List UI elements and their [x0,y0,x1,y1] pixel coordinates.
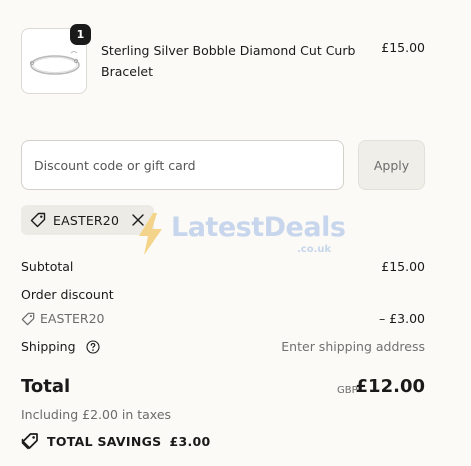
shipping-row: Shipping Enter shipping address [21,339,425,354]
watermark-subtext: .co.uk [297,244,332,255]
tag-icon [30,212,46,228]
shipping-value: Enter shipping address [281,339,425,354]
tag-icon [21,312,35,325]
bracelet-image [29,51,80,75]
subtotal-value: £15.00 [381,259,425,274]
remove-discount-icon[interactable] [130,212,146,228]
line-item: 1 Sterling Silver Bobble Diamond Cut Cur… [21,24,425,96]
discount-value: – £3.00 [378,311,425,326]
discount-code: EASTER20 [21,311,425,326]
discount-code-text: EASTER20 [40,311,105,326]
discount-code-row: EASTER20 – £3.00 [21,311,425,326]
product-name: Sterling Silver Bobble Diamond Cut Curb … [101,43,356,79]
total-savings: TOTAL SAVINGS £3.00 [21,432,211,450]
help-icon[interactable] [85,340,100,354]
shipping-label: Shipping [21,339,76,354]
savings-tag-icon [21,433,38,450]
currency-code: GBP [337,385,358,396]
apply-button[interactable]: Apply [358,140,425,190]
subtotal-label: Subtotal [21,259,74,274]
order-discount-row: Order discount [21,287,425,302]
subtotal-row: Subtotal £15.00 [21,259,425,274]
total-label: Total [21,376,71,397]
product-price: £15.00 [381,40,425,55]
taxes-note: Including £2.00 in taxes [21,407,172,422]
order-summary: 1 Sterling Silver Bobble Diamond Cut Cur… [0,0,471,466]
order-discount-label: Order discount [21,287,114,302]
quantity-badge: 1 [70,24,91,45]
applied-discount-chip: EASTER20 [21,205,154,235]
discount-code-input[interactable] [21,140,344,190]
latestdeals-watermark: LatestDeals .co.uk [135,208,346,258]
total-value: £12.00 [355,376,425,397]
watermark-text: LatestDeals [171,212,346,243]
applied-discount-code: EASTER20 [53,212,120,228]
savings-value: £3.00 [169,433,211,449]
savings-label: TOTAL SAVINGS [47,433,162,449]
